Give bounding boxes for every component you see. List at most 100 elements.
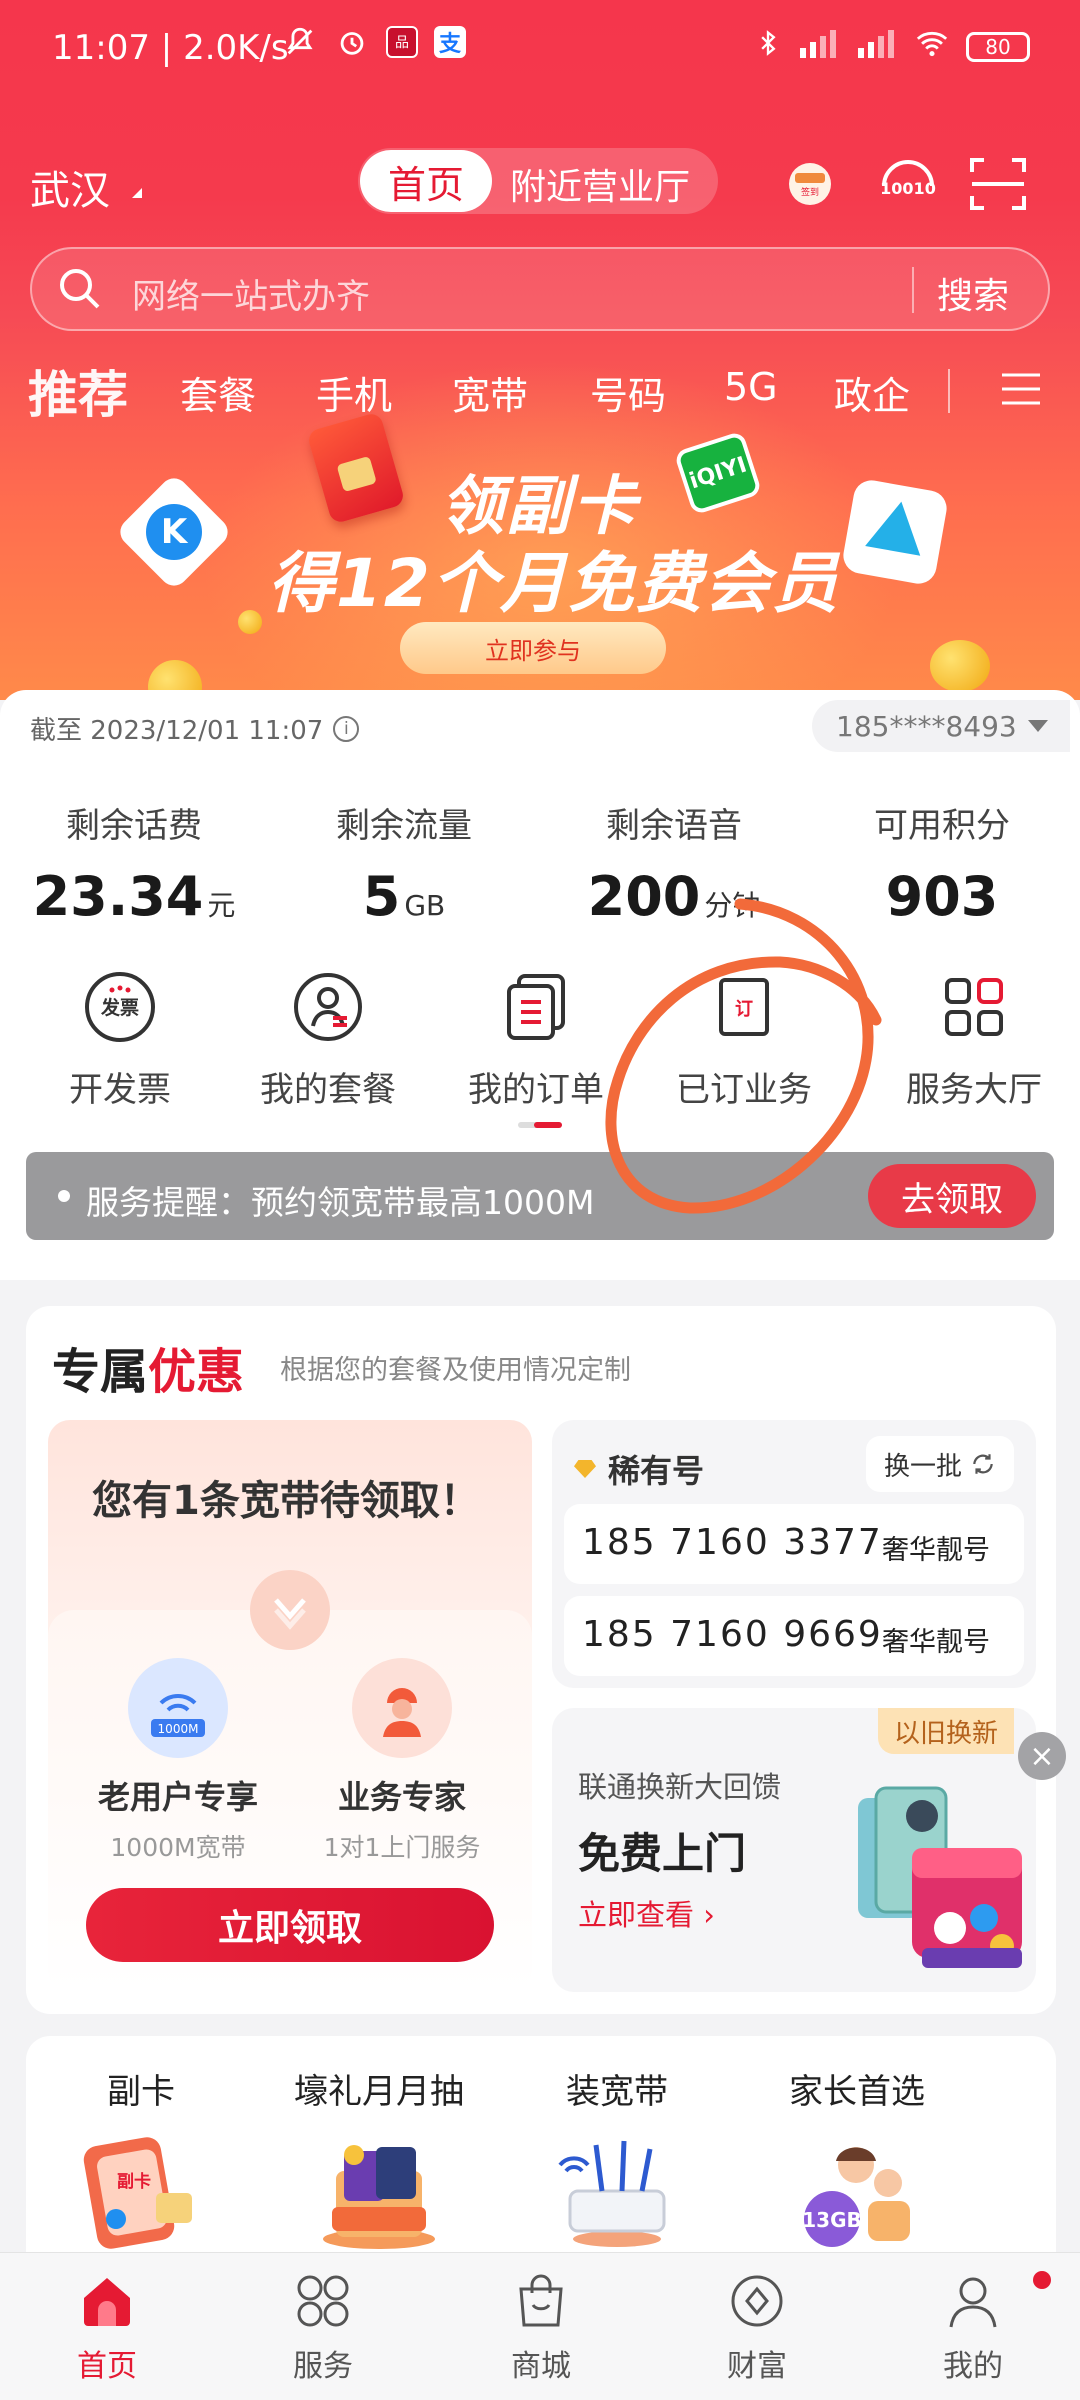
broadband-option-expert[interactable]: 业务专家 1对1上门服务 [292,1658,512,1864]
service-hall-icon [937,970,1011,1044]
battery-icon: 80 [966,31,1030,62]
rare-number: 185 7160 9669 [582,1614,883,1655]
banner-subtitle: 得12个月免费会员 [268,545,840,622]
bottom-nav: 首页 服务 商城 财富 我的 [0,2252,1080,2400]
quick-action-label: 服务大厅 [906,1070,1042,1110]
banner-join-button[interactable]: 立即参与 [400,622,666,674]
wifi-1000m-icon: 1000M [128,1658,228,1758]
as-of-text: 截至 2023/12/01 11:07 [30,716,324,746]
router-icon [552,2131,682,2251]
category-phones[interactable]: 手机 [316,365,392,420]
trade-in-title: 免费上门 [578,1829,747,1878]
quick-action-service-hall[interactable]: 服务大厅 [874,970,1074,1111]
category-broadband[interactable]: 宽带 [452,365,528,420]
sub-card-icon: 副卡 [76,2131,206,2251]
pager-active [534,1122,562,1128]
shortcut-label: 家长首选 [789,2072,925,2112]
claim-button[interactable]: 去领取 [868,1164,1036,1228]
shortcut-family[interactable]: 家长首选 13GB [742,2064,972,2251]
search-icon [56,265,104,317]
shortcut-broadband[interactable]: 装宽带 [502,2064,732,2251]
header-tabs: 首页 附近营业厅 [358,148,718,214]
nav-label: 商城 [511,2349,571,2384]
mute-icon [282,24,318,60]
svg-text:副卡: 副卡 [117,2171,151,2192]
offers-title-plain: 专属 [52,1344,149,1400]
nav-label: 财富 [727,2349,787,2384]
stat-label: 剩余语音 [606,806,742,846]
notice-text: 服务提醒：预约领宽带最高1000M [86,1183,595,1222]
search-button[interactable]: 搜索 [937,267,1009,319]
stat-value: 5 [362,865,401,928]
rare-number-row[interactable]: 185 7160 9669 奢华靓号 [564,1596,1024,1676]
option-title: 老用户专享 [97,1778,258,1816]
quick-action-my-plan[interactable]: 我的套餐 [228,970,428,1111]
close-icon[interactable]: × [1018,1732,1066,1780]
phone-giftbox-icon [858,1786,1022,1968]
family-icon: 13GB [792,2131,922,2251]
trade-in-card[interactable]: 以旧换新 联通换新大回馈 免费上门 立即查看 › [552,1708,1036,1992]
shopping-bag-icon [511,2271,571,2331]
category-numbers[interactable]: 号码 [590,365,666,420]
offers-subtitle: 根据您的套餐及使用情况定制 [280,1355,631,1386]
broadband-card[interactable]: 您有1条宽带待领取！ 1000M 老用户专享 1000M宽带 业务专家 1对1上… [48,1420,532,1992]
svg-text:1000M: 1000M [158,1722,199,1736]
stat-label: 剩余话费 [66,806,202,846]
svg-text:13GB: 13GB [802,2208,862,2232]
nav-wealth[interactable]: 财富 [682,2271,832,2385]
view-now-link[interactable]: 立即查看 › [578,1892,715,1934]
rare-numbers-card: 稀有号 换一批 185 7160 3377 奢华靓号 185 7160 9669… [552,1420,1036,1688]
service-10010-icon[interactable]: 10010 [876,152,940,216]
stat-balance[interactable]: 剩余话费 23.34 元 [14,798,254,928]
category-5g[interactable]: 5G [724,365,778,409]
offers-title-red: 优惠 [148,1344,245,1400]
shortcut-gift-draw[interactable]: 壕礼月月抽 [264,2064,494,2251]
rare-number-row[interactable]: 185 7160 3377 奢华靓号 [564,1504,1024,1584]
nav-services[interactable]: 服务 [248,2271,398,2385]
k-logo-letter: K [146,504,202,560]
diamond-icon [574,1460,596,1478]
video-app-icon [840,477,950,587]
sign-in-icon[interactable]: 签到 [778,152,842,216]
category-menu-icon[interactable] [1000,369,1042,418]
search-bar[interactable]: 网络一站式办齐 搜索 [30,247,1050,331]
status-icons-left: 品 支 [282,24,466,60]
signal-hd-icon [796,26,840,67]
top-bar: 武汉 首页 附近营业厅 签到 10010 [0,140,1080,230]
stat-value: 903 [885,865,999,928]
status-bar: 11:07 | 2.0K/s 品 支 80 [0,0,1080,100]
swap-batch-button[interactable]: 换一批 [866,1436,1014,1492]
rare-numbers-title: 稀有号 [608,1452,705,1490]
shortcut-label: 装宽带 [566,2072,668,2112]
nav-mall[interactable]: 商城 [466,2271,616,2385]
tab-home[interactable]: 首页 [360,150,492,212]
nav-profile[interactable]: 我的 [898,2271,1051,2385]
city-selector[interactable]: 武汉 [30,158,110,216]
scan-icon[interactable] [966,152,1030,216]
search-divider [912,267,914,313]
gift-draw-icon [314,2131,444,2251]
stat-label: 剩余流量 [336,806,472,846]
category-plans[interactable]: 套餐 [180,365,256,420]
arrow-down-icon [250,1570,330,1650]
info-icon[interactable]: i [333,715,360,742]
rare-number-tag: 奢华靓号 [882,1535,990,1566]
nav-home[interactable]: 首页 [32,2271,182,2385]
option-subtitle: 1000M宽带 [110,1833,246,1862]
stat-data[interactable]: 剩余流量 5 GB [284,798,524,928]
quick-action-invoice[interactable]: 发票 开发票 [20,970,220,1111]
balance-timestamp: 截至 2023/12/01 11:07 i [30,710,360,747]
stat-unit: GB [404,889,446,922]
broadband-option-old-user[interactable]: 1000M 老用户专享 1000M宽带 [68,1658,288,1864]
search-input[interactable]: 网络一站式办齐 [132,269,370,318]
service-notice[interactable]: 服务提醒：预约领宽带最高1000M 去领取 [26,1152,1054,1240]
category-government[interactable]: 政企 [834,365,910,420]
tab-nearby-stores[interactable]: 附近营业厅 [510,158,690,210]
category-recommend[interactable]: 推荐 [28,355,128,427]
status-time-speed: 11:07 | 2.0K/s [52,28,289,68]
phone-selector[interactable]: 185****8493 [812,700,1070,752]
shortcut-label: 副卡 [107,2072,175,2112]
my-plan-icon [291,970,365,1044]
shortcut-sub-card[interactable]: 副卡 副卡 [26,2064,256,2251]
claim-now-button[interactable]: 立即领取 [86,1888,494,1962]
